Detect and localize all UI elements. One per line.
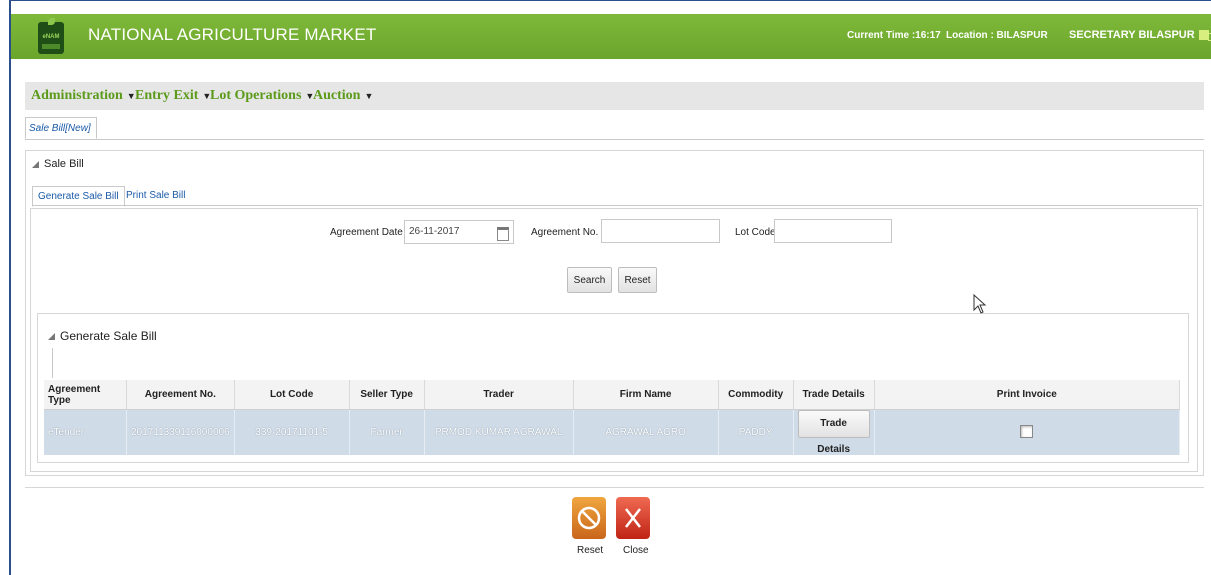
cell-trade-details: Trade Details xyxy=(793,409,875,455)
search-button[interactable]: Search xyxy=(567,267,612,293)
x-icon xyxy=(621,506,645,530)
header-bar: eNAM NATIONAL AGRICULTURE MARKET Current… xyxy=(11,14,1211,59)
col-trade-details: Trade Details xyxy=(793,380,875,410)
main-menu: Administration ▼ Entry Exit ▼ Lot Operatio… xyxy=(25,82,1204,110)
tab-divider xyxy=(25,139,1204,140)
current-time: Current Time :16:17 xyxy=(847,30,941,41)
collapse-triangle-icon xyxy=(48,333,55,341)
agreement-no-label: Agreement No. xyxy=(531,227,599,238)
tab-sale-bill-new[interactable]: Sale Bill[New] xyxy=(25,117,97,139)
cell-agreement-type: eTender xyxy=(44,409,127,455)
dropdown-arrow-icon: ▼ xyxy=(364,91,374,101)
subtab-divider xyxy=(32,205,1202,206)
menu-auction[interactable]: Auction ▼ xyxy=(313,88,373,104)
col-trader: Trader xyxy=(424,380,574,410)
col-print-invoice: Print Invoice xyxy=(874,380,1181,410)
reset-button[interactable]: Reset xyxy=(618,267,657,293)
table-row[interactable]: eTender 201711339116000006 339-20171101-… xyxy=(44,409,1181,455)
agreement-no-field[interactable] xyxy=(601,219,720,243)
lot-code-field[interactable] xyxy=(774,219,892,243)
user-name: SECRETARY BILASPUR xyxy=(1069,29,1195,41)
location: Location : BILASPUR xyxy=(946,30,1048,41)
table-header-row: Agreement Type Agreement No. Lot Code Se… xyxy=(44,380,1181,410)
menu-administration[interactable]: Administration ▼ xyxy=(31,88,136,104)
cell-trader: PRMOD KUMAR AGRAWAL xyxy=(424,409,574,455)
footer-reset-label: Reset xyxy=(577,545,604,556)
print-invoice-checkbox[interactable] xyxy=(1020,424,1034,438)
col-lot-code: Lot Code xyxy=(234,380,350,410)
menu-lot-operations[interactable]: Lot Operations ▼ xyxy=(210,88,314,104)
calendar-icon[interactable] xyxy=(497,227,509,241)
generate-sale-bill-header[interactable]: Generate Sale Bill xyxy=(48,329,157,343)
footer-divider xyxy=(25,487,1204,488)
lot-code-label: Lot Code xyxy=(735,227,776,238)
user-menu[interactable]: SECRETARY BILASPUR xyxy=(1069,29,1209,41)
logo-text: eNAM xyxy=(42,34,60,40)
collapse-triangle-icon xyxy=(32,160,39,168)
cell-firm-name: AGRAWAL AGRO xyxy=(573,409,719,455)
cell-agreement-no: 201711339116000006 xyxy=(126,409,235,455)
cell-lot-code: 339-20171101-5 xyxy=(234,409,350,455)
app-title: NATIONAL AGRICULTURE MARKET xyxy=(88,25,377,44)
cell-print-invoice xyxy=(874,409,1181,455)
col-commodity: Commodity xyxy=(718,380,794,410)
footer-reset-button[interactable] xyxy=(572,497,606,539)
sale-bill-header[interactable]: Sale Bill xyxy=(32,158,84,170)
cell-seller-type: Farmer xyxy=(349,409,425,455)
trade-details-button[interactable]: Trade Details xyxy=(797,410,870,455)
enam-logo: eNAM xyxy=(38,18,64,54)
footer-close-label: Close xyxy=(623,545,649,556)
col-agreement-type: Agreement Type xyxy=(44,380,127,410)
ban-icon xyxy=(577,506,601,530)
col-seller-type: Seller Type xyxy=(349,380,425,410)
menu-entry-exit[interactable]: Entry Exit ▼ xyxy=(135,88,211,104)
tab-print-sale-bill[interactable]: Print Sale Bill xyxy=(121,186,190,205)
agreement-date-label: Agreement Date xyxy=(330,227,403,238)
col-agreement-no: Agreement No. xyxy=(126,380,235,410)
col-firm-name: Firm Name xyxy=(573,380,719,410)
tab-generate-sale-bill[interactable]: Generate Sale Bill xyxy=(32,186,125,207)
sale-bill-table: Agreement Type Agreement No. Lot Code Se… xyxy=(44,380,1181,455)
cell-commodity: PADDY xyxy=(718,409,794,455)
footer-close-button[interactable] xyxy=(616,497,650,539)
